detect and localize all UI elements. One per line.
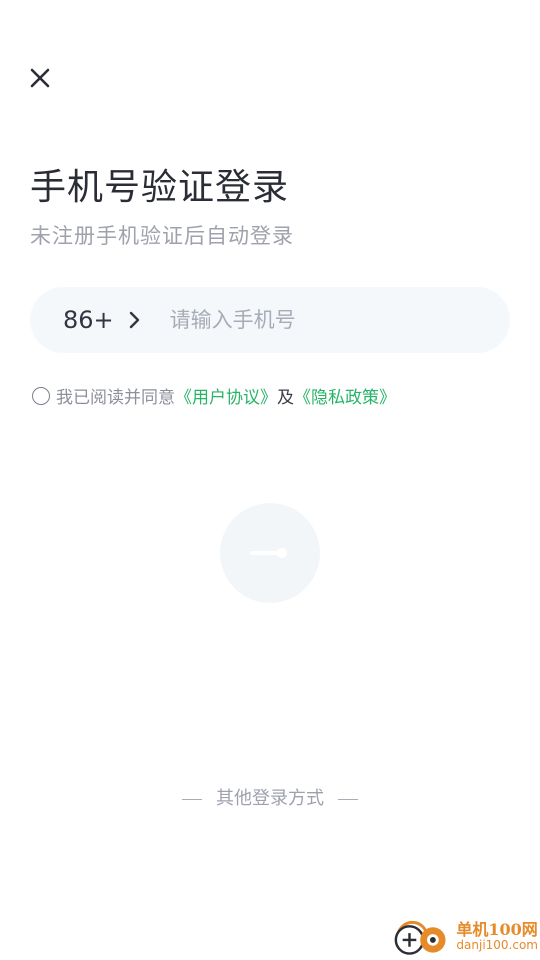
login-submit-button[interactable] <box>220 503 320 603</box>
watermark-en: danji100.com <box>456 938 538 953</box>
user-agreement-link[interactable]: 《用户协议》 <box>175 383 277 408</box>
agreement-prefix: 我已阅读并同意 <box>56 388 175 408</box>
page-subtitle: 未注册手机验证后自动登录 <box>30 224 294 248</box>
divider-right <box>338 798 358 800</box>
agreement-conjunction: 及 <box>277 388 294 408</box>
agreement-checkbox[interactable] <box>32 386 50 405</box>
agreement-row: 我已阅读并同意 《用户协议》 及 《隐私政策》 <box>32 383 396 408</box>
chevron-right-icon[interactable] <box>128 310 142 330</box>
watermark: 单机100网 danji100.com <box>390 916 538 958</box>
other-login-section: 其他登录方式 <box>0 784 540 810</box>
phone-number-input[interactable] <box>167 307 472 333</box>
watermark-logo <box>394 921 446 955</box>
divider-left <box>182 798 202 800</box>
arrow-right-icon <box>250 548 287 558</box>
phone-input-box: 86+ <box>30 287 510 353</box>
privacy-policy-link[interactable]: 《隐私政策》 <box>294 383 396 408</box>
close-icon <box>30 68 50 88</box>
page-title: 手机号验证登录 <box>30 167 290 208</box>
other-login-label[interactable]: 其他登录方式 <box>216 788 324 809</box>
watermark-cn: 单机100网 <box>456 920 538 940</box>
close-button[interactable] <box>26 64 56 94</box>
country-code-selector[interactable]: 86+ <box>63 306 114 334</box>
